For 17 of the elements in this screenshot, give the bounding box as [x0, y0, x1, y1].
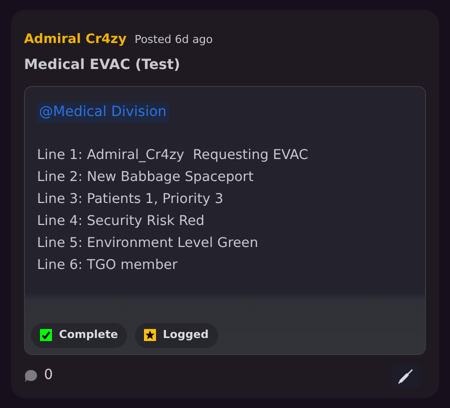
tag-label: Logged: [162, 326, 209, 343]
message-line: Line 1: Admiral_Cr4zy Requesting EVAC: [37, 146, 310, 164]
message-line: Line 4: Security Risk Red: [37, 212, 206, 230]
tag-label: Complete: [59, 326, 118, 343]
message-line: Line 5: Environment Level Green: [37, 234, 260, 252]
message-line: Line 6: TGO member: [37, 256, 179, 274]
message-line: Line 3: Patients 1, Priority 3: [37, 190, 224, 208]
author-name[interactable]: Admiral Cr4zy: [24, 30, 127, 50]
post-time: Posted 6d ago: [134, 32, 213, 48]
comment-icon[interactable]: [24, 368, 38, 382]
status-tag[interactable]: Complete: [31, 322, 127, 348]
post-title: Medical EVAC (Test): [24, 56, 182, 74]
comment-count: 0: [44, 366, 53, 385]
syringe-icon: [398, 368, 414, 384]
status-tag[interactable]: Logged: [134, 322, 218, 348]
message-line: Line 2: New Babbage Spaceport: [37, 168, 255, 186]
syringe-button[interactable]: [391, 364, 421, 388]
